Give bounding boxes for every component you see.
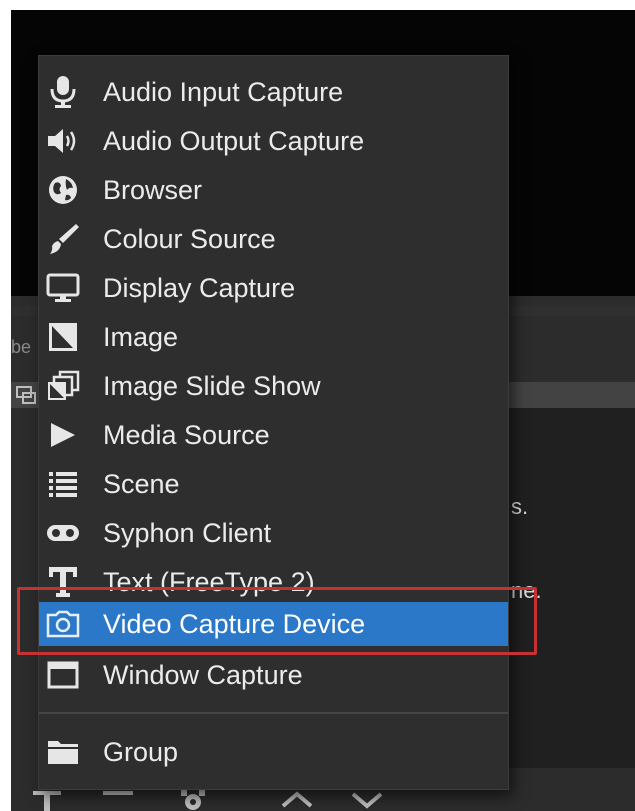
globe-icon [45,172,81,208]
menu-item-label: Syphon Client [103,518,272,548]
move-down-icon[interactable] [349,790,385,810]
sources-hint-partial-1: s. [511,494,529,519]
window-icon [45,657,81,693]
menu-item-label: Browser [103,175,203,205]
menu-item-label: Display Capture [103,273,296,303]
sources-hint-partial-2: ne. [511,578,542,603]
gamepad-icon [45,515,81,551]
dock-header-right [509,382,635,408]
camera-icon [45,606,81,642]
move-up-icon[interactable] [279,790,315,810]
microphone-icon [45,74,81,110]
scene-icon [16,386,36,404]
add-source-icon[interactable] [31,789,63,811]
menu-item-label: Audio Input Capture [103,77,344,107]
menu-item-label: Audio Output Capture [103,126,365,156]
menu-item-label: Media Source [103,420,270,450]
menu-item-label: Scene [103,469,180,499]
menu-item-colour-source[interactable]: Colour Source [39,217,508,261]
add-source-menu: Audio Input Capture Audio Output Capture… [38,55,509,790]
list-icon [45,466,81,502]
paintbrush-icon [45,221,81,257]
menu-item-display-capture[interactable]: Display Capture [39,266,508,310]
folder-icon [45,734,81,770]
speaker-icon [45,123,81,159]
monitor-icon [45,270,81,306]
slideshow-icon [45,368,81,404]
menu-item-scene[interactable]: Scene [39,462,508,506]
gear-icon[interactable] [177,788,209,811]
menu-item-browser[interactable]: Browser [39,168,508,212]
menu-item-image-slide-show[interactable]: Image Slide Show [39,364,508,408]
image-icon [45,319,81,355]
menu-item-audio-input-capture[interactable]: Audio Input Capture [39,70,508,114]
menu-item-syphon-client[interactable]: Syphon Client [39,511,508,555]
menu-item-label: Window Capture [103,660,303,690]
menu-item-label: Text (FreeType 2) [103,567,315,597]
menu-item-label: Video Capture Device [103,609,366,639]
menu-item-label: Image Slide Show [103,371,321,401]
menu-item-window-capture[interactable]: Window Capture [39,653,508,697]
menu-item-image[interactable]: Image [39,315,508,359]
dock-title-partial: be [11,337,32,357]
menu-item-video-capture-device[interactable]: Video Capture Device [39,602,508,646]
text-icon [45,564,81,600]
menu-item-label: Group [103,737,179,767]
menu-item-text-freetype-2[interactable]: Text (FreeType 2) [39,560,508,604]
menu-item-audio-output-capture[interactable]: Audio Output Capture [39,119,508,163]
menu-item-label: Colour Source [103,224,276,254]
play-icon [45,417,81,453]
menu-separator [39,712,508,714]
menu-item-label: Image [103,322,179,352]
remove-source-icon[interactable] [101,789,135,799]
menu-item-media-source[interactable]: Media Source [39,413,508,457]
menu-item-group[interactable]: Group [39,730,508,774]
